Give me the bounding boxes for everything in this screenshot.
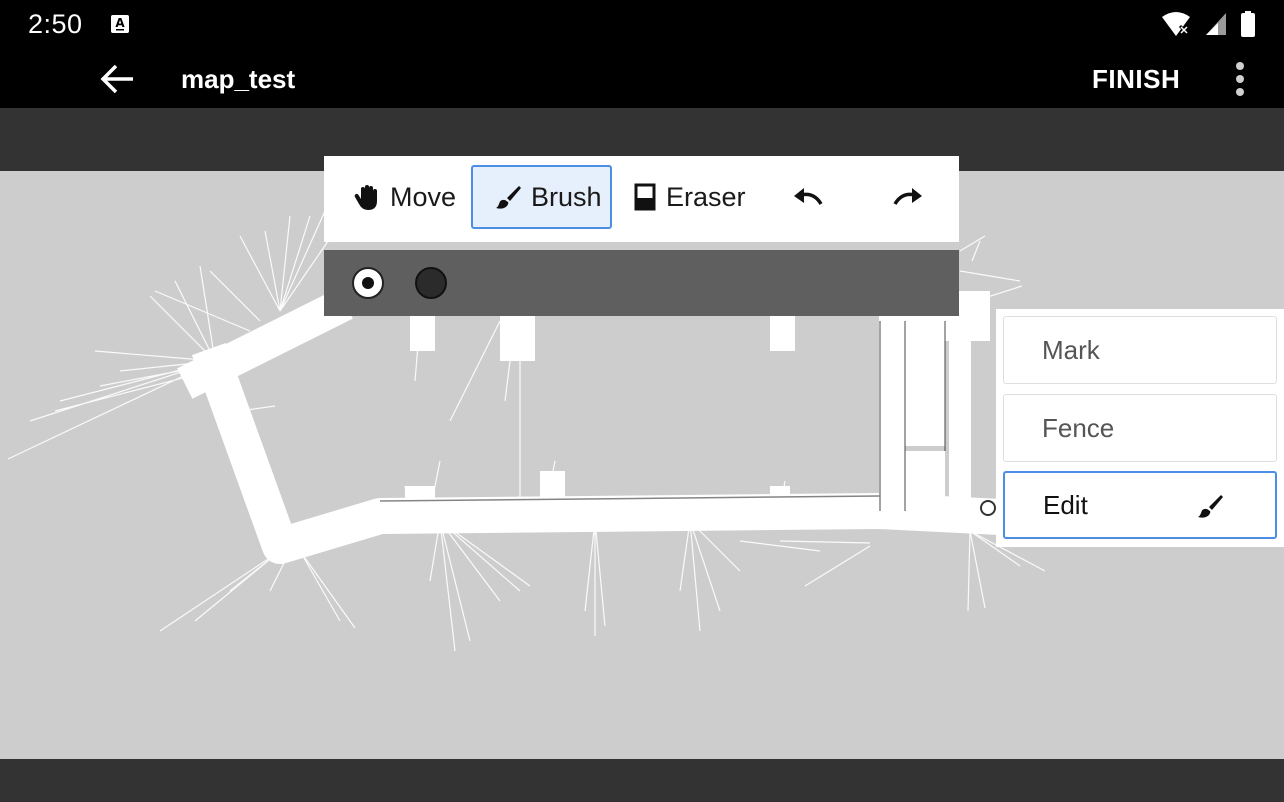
brush-icon (1198, 495, 1223, 518)
status-bar: 2:50 A (0, 0, 1284, 50)
keyboard-a-icon: A (111, 15, 129, 33)
finish-button[interactable]: FINISH (1092, 64, 1180, 95)
edit-button[interactable]: Edit (1003, 471, 1277, 539)
map-walls (379, 321, 946, 511)
undo-icon (794, 188, 823, 205)
map-bottom-band (0, 759, 1284, 802)
fence-button-label: Fence (1042, 412, 1115, 443)
back-arrow-icon (100, 64, 133, 94)
eraser-tool-button[interactable]: Eraser (634, 165, 764, 229)
back-button[interactable] (96, 59, 138, 99)
brush-tool-label: Brush (531, 181, 602, 212)
wifi-off-icon (1162, 12, 1190, 36)
eraser-tool-label: Eraser (666, 181, 746, 212)
signal-icon (1206, 13, 1226, 35)
battery-icon (1241, 11, 1255, 37)
brush-tool-button[interactable]: Brush (471, 165, 612, 229)
hand-icon (354, 185, 377, 210)
move-tool-label: Move (390, 181, 457, 212)
svg-text:A: A (115, 16, 125, 30)
more-vert-icon-dot (1236, 75, 1244, 83)
brush-icon (496, 186, 521, 209)
redo-button[interactable] (886, 165, 930, 229)
fence-button[interactable]: Fence (1003, 394, 1277, 462)
app-bar: map_test FINISH (0, 50, 1284, 108)
brush-size-bar (324, 250, 959, 316)
status-time: 2:50 (28, 9, 83, 39)
more-vert-icon (1236, 62, 1244, 70)
eraser-icon (634, 183, 656, 211)
brush-size-large-option[interactable] (415, 267, 447, 299)
more-options-button[interactable] (1224, 58, 1256, 100)
mode-panel: Mark Fence Edit (996, 309, 1284, 547)
more-vert-icon-dot (1236, 88, 1244, 96)
brush-size-small-option[interactable] (352, 267, 384, 299)
edit-toolbar: Move Brush Eraser (324, 156, 959, 242)
status-icons (1160, 10, 1256, 38)
mark-button[interactable]: Mark (1003, 316, 1277, 384)
edit-button-label: Edit (1043, 489, 1088, 520)
mark-button-label: Mark (1042, 334, 1100, 365)
redo-icon (893, 188, 922, 205)
undo-button[interactable] (786, 165, 830, 229)
page-title: map_test (181, 64, 296, 94)
